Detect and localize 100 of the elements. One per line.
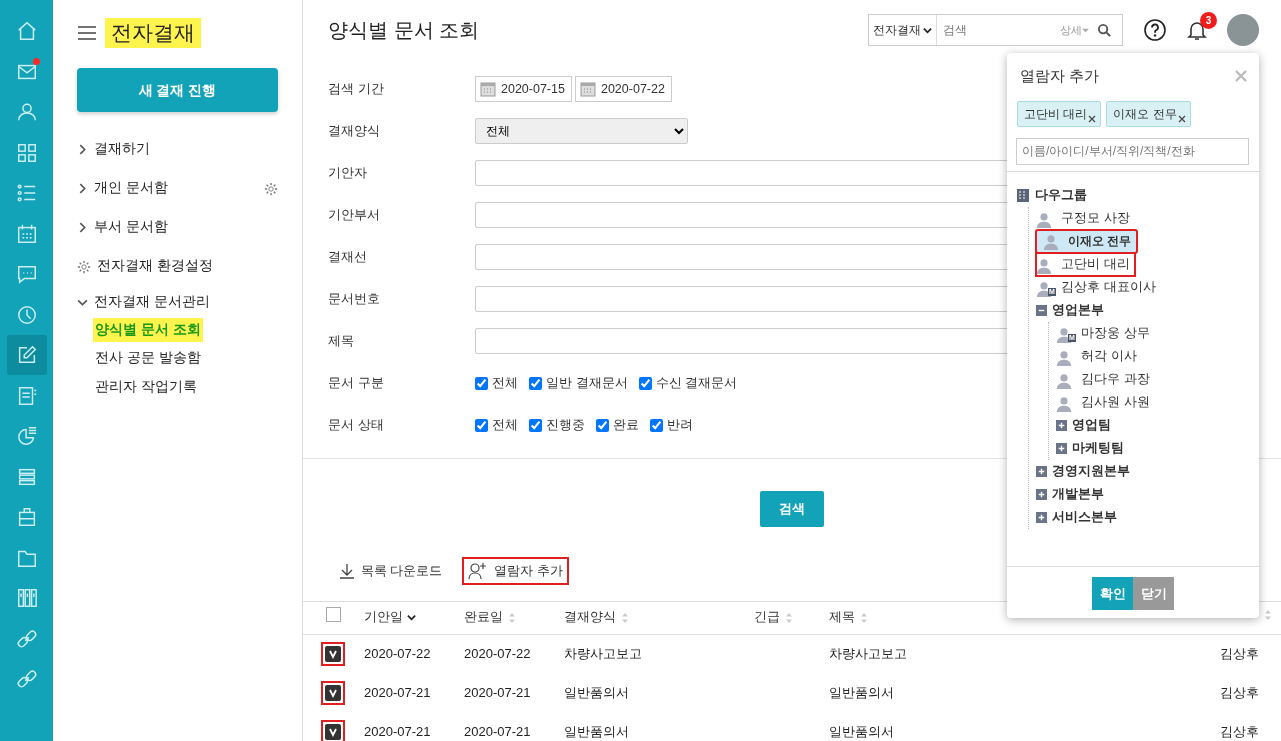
department-node[interactable]: 경영지원본부	[1050, 461, 1132, 481]
table-cell: 김상후	[1220, 684, 1259, 700]
sort-icon[interactable]	[784, 611, 794, 624]
check-icon	[328, 687, 338, 698]
calendar-icon	[480, 81, 496, 97]
selected-person-tag[interactable]: 고단비 대리	[1017, 100, 1102, 127]
checkbox-label: 진행중	[546, 416, 585, 435]
checkbox[interactable]	[475, 418, 488, 432]
expand-icon[interactable]	[1036, 488, 1047, 500]
checkbox[interactable]	[596, 418, 609, 432]
remove-icon[interactable]	[1088, 114, 1097, 123]
checkbox[interactable]	[529, 376, 542, 390]
remove-icon[interactable]	[1177, 114, 1186, 123]
sidebar-subitem[interactable]: 관리자 작업기록	[93, 374, 199, 399]
field-label: 문서번호	[328, 290, 381, 309]
checkbox-label: 반려	[667, 416, 693, 435]
person-node[interactable]: 이재오 전무	[1066, 232, 1134, 250]
chevron-right-icon[interactable]	[77, 222, 88, 233]
expand-icon[interactable]	[1056, 442, 1067, 454]
home-icon	[15, 20, 38, 42]
chevron-right-icon[interactable]	[77, 144, 88, 155]
column-header[interactable]: 제목	[829, 608, 855, 628]
column-header[interactable]: 결재양식	[564, 608, 616, 628]
department-node[interactable]: 마케팅팀	[1070, 438, 1126, 458]
app-title: 전자결재	[105, 18, 201, 48]
chevron-right-icon[interactable]	[77, 183, 88, 194]
search-field[interactable]: 전자결재 검색 상세	[868, 14, 1123, 46]
settings-icon	[77, 259, 91, 274]
sort-icon[interactable]	[1263, 609, 1273, 622]
search-icon[interactable]	[1097, 22, 1112, 38]
table-cell: 김상후	[1220, 646, 1259, 661]
list-icon	[15, 182, 38, 204]
dialog-title: 열람자 추가	[1020, 66, 1100, 86]
expand-icon[interactable]	[1036, 511, 1047, 523]
select-all-checkbox[interactable]	[325, 607, 341, 623]
avatar[interactable]	[1227, 14, 1259, 46]
menu-icon[interactable]	[77, 25, 97, 41]
sidebar-subitem[interactable]: 전사 공문 발송함	[93, 346, 203, 371]
link-icon	[15, 627, 38, 650]
department-node[interactable]: 개발본부	[1050, 484, 1106, 504]
collapse-icon[interactable]	[1036, 304, 1047, 316]
table-cell: 2020-07-22	[464, 646, 531, 661]
sort-descending-icon[interactable]	[407, 613, 416, 623]
checkbox[interactable]	[650, 418, 663, 432]
clock-icon	[15, 303, 38, 326]
checkbox[interactable]	[638, 376, 652, 390]
help-icon[interactable]	[1143, 18, 1167, 42]
close-icon[interactable]	[1235, 70, 1247, 83]
department-node[interactable]: 영업본부	[1050, 300, 1106, 320]
page-title: 양식별 문서 조회	[328, 18, 481, 42]
department-node[interactable]: 영업팀	[1070, 415, 1113, 435]
settings-icon[interactable]	[264, 181, 278, 196]
person-icon	[1056, 372, 1072, 389]
checkbox-label: 일반 결재문서	[546, 374, 628, 393]
checkbox-label: 수신 결재문서	[655, 374, 738, 393]
person-node[interactable]: 마장웅 상무	[1079, 323, 1152, 343]
calendar-icon	[15, 222, 38, 245]
sort-icon[interactable]	[859, 611, 869, 624]
person-node[interactable]: 김다우 과장	[1079, 369, 1152, 389]
checkbox-label: 완료	[613, 416, 639, 435]
sidebar-item[interactable]: 결재하기	[94, 139, 150, 160]
table-cell: 2020-07-21	[364, 723, 431, 739]
table-cell: 2020-07-21	[464, 723, 531, 739]
date-field[interactable]: 2020-07-15	[475, 76, 572, 102]
dialog-search-field[interactable]: 이름/아이디/부서/직위/직책/전화	[1016, 137, 1249, 165]
sidebar-item[interactable]: 전자결재 문서관리	[94, 291, 210, 313]
person-node[interactable]: 구정모 사장	[1059, 208, 1132, 228]
department-node[interactable]: 서비스본부	[1050, 507, 1119, 527]
person-node[interactable]: 고단비 대리	[1059, 254, 1132, 274]
sidebar-item[interactable]: 개인 문서함	[94, 178, 168, 199]
expand-icon[interactable]	[1036, 465, 1047, 477]
table-cell: 2020-07-21	[464, 684, 531, 700]
sort-icon[interactable]	[620, 611, 630, 624]
checkbox[interactable]	[475, 376, 488, 390]
checkbox[interactable]	[529, 418, 542, 432]
binder-icon	[15, 587, 38, 609]
person-node[interactable]: 김사원 사원	[1079, 392, 1152, 412]
grid-icon	[15, 141, 38, 164]
expand-icon[interactable]	[1056, 419, 1067, 431]
table-cell: 차량사고보고	[829, 646, 907, 661]
field-label: 결재양식	[328, 122, 381, 141]
person-node[interactable]: 김상후 대표이사	[1059, 277, 1158, 297]
calendar-icon	[579, 81, 596, 97]
sidebar-item[interactable]: 전자결재 환경설정	[97, 256, 213, 277]
date-field[interactable]: 2020-07-22	[574, 76, 672, 102]
sidebar-item[interactable]: 부서 문서함	[94, 217, 168, 238]
column-header[interactable]: 긴급	[754, 608, 780, 628]
column-header[interactable]: 기안일	[364, 608, 403, 628]
sort-icon[interactable]	[507, 611, 517, 624]
field-label: 결재선	[328, 248, 368, 267]
toolbar-button[interactable]: 열람자 추가	[462, 556, 569, 586]
person-node[interactable]: 허각 이사	[1079, 346, 1139, 366]
check-icon	[328, 726, 338, 737]
org-node[interactable]: 다우그룹	[1033, 185, 1089, 205]
column-header[interactable]: 완료일	[464, 608, 503, 628]
download-icon	[339, 563, 355, 579]
form-select-field[interactable]: 전체	[475, 118, 688, 144]
rail-button[interactable]	[6, 335, 47, 375]
selected-person-tag[interactable]: 이재오 전무	[1106, 100, 1191, 127]
toolbar-button[interactable]: 목록 다운로드	[333, 556, 449, 586]
